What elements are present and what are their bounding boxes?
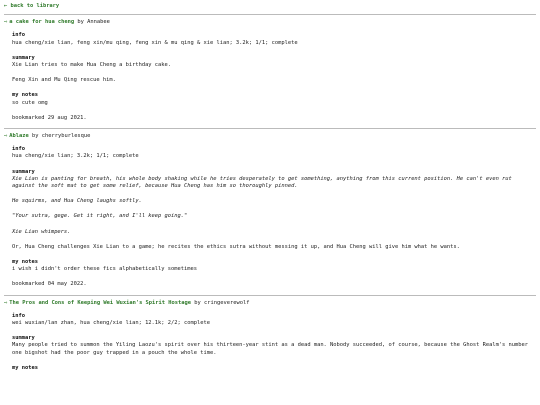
my-notes-text: so cute omg: [12, 99, 48, 106]
summary-heading: summary: [12, 168, 35, 175]
fic-title-link[interactable]: Ablaze: [9, 133, 28, 139]
info-heading: info: [12, 32, 25, 39]
summary-heading: summary: [12, 54, 35, 61]
summary-paragraph: Xie Lian tries to make Hua Cheng a birth…: [12, 62, 172, 69]
fic-title-link[interactable]: a cake for hua cheng: [9, 19, 74, 25]
info-text: wei wuxian/lan zhan, hua cheng/xie lian;…: [12, 320, 210, 327]
author-name: Annabee: [87, 19, 110, 26]
bookmark-entry: ⇨ a cake for hua cheng by Annabee info hu…: [4, 14, 536, 122]
summary-paragraph: He squirms, and Hua Cheng laughs softly.: [12, 198, 142, 205]
entry-title-line: ⇨ a cake for hua cheng by Annabee: [4, 19, 536, 26]
entry-title-line: ⇨ Ablaze by cherryburlesque: [4, 133, 536, 140]
by-label: by: [194, 299, 201, 306]
summary-paragraph: "Your sutra, gege. Get it right, and I'l…: [12, 213, 188, 220]
summary-paragraph: Xie Lian is panting for breath, his whol…: [12, 175, 512, 190]
my-notes-text: i wish i didn't order these fics alphabe…: [12, 266, 197, 273]
bookmark-arrow-icon: ⇨: [4, 19, 8, 26]
info-heading: info: [12, 312, 25, 319]
bookmarked-date: bookmarked 04 may 2022.: [12, 281, 87, 288]
bookmark-entry: ⇨ Ablaze by cherryburlesque info hua chen…: [4, 128, 536, 289]
summary-paragraph: Or, Hua Cheng challenges Xie Lian to a g…: [12, 243, 460, 250]
bookmark-arrow-icon: ⇨: [4, 133, 8, 140]
summary-heading: summary: [12, 335, 35, 342]
entry-title-line: ⇨ The Pros and Cons of Keeping Wei Wuxian…: [4, 300, 536, 307]
info-text: hua cheng/xie lian, feng xin/mu qing, fe…: [12, 39, 298, 46]
author-name: cringeverewolf: [204, 299, 250, 306]
by-label: by: [31, 133, 39, 140]
author-name: cherryburlesque: [41, 133, 91, 140]
my-notes-heading: my notes: [12, 364, 38, 371]
summary-paragraph: Xie Lian whimpers.: [12, 228, 71, 235]
bookmarked-date: bookmarked 29 aug 2021.: [12, 114, 87, 121]
summary-paragraph: Many people tried to summon the Yiling L…: [12, 342, 529, 356]
summary-paragraph: Feng Xin and Mu Qing rescue him.: [12, 77, 116, 84]
back-to-library-link[interactable]: ← back to library: [4, 3, 536, 10]
by-label: by: [77, 19, 84, 26]
bookmark-entry: ⇨ The Pros and Cons of Keeping Wei Wuxian…: [4, 294, 536, 372]
info-heading: info: [12, 146, 25, 153]
my-notes-heading: my notes: [12, 259, 38, 266]
info-text: hua cheng/xie lian; 3.2k; 1/1; complete: [12, 153, 139, 160]
fic-title-link[interactable]: The Pros and Cons of Keeping Wei Wuxian'…: [9, 300, 191, 306]
bookmark-arrow-icon: ⇨: [4, 299, 8, 306]
my-notes-heading: my notes: [12, 92, 38, 99]
